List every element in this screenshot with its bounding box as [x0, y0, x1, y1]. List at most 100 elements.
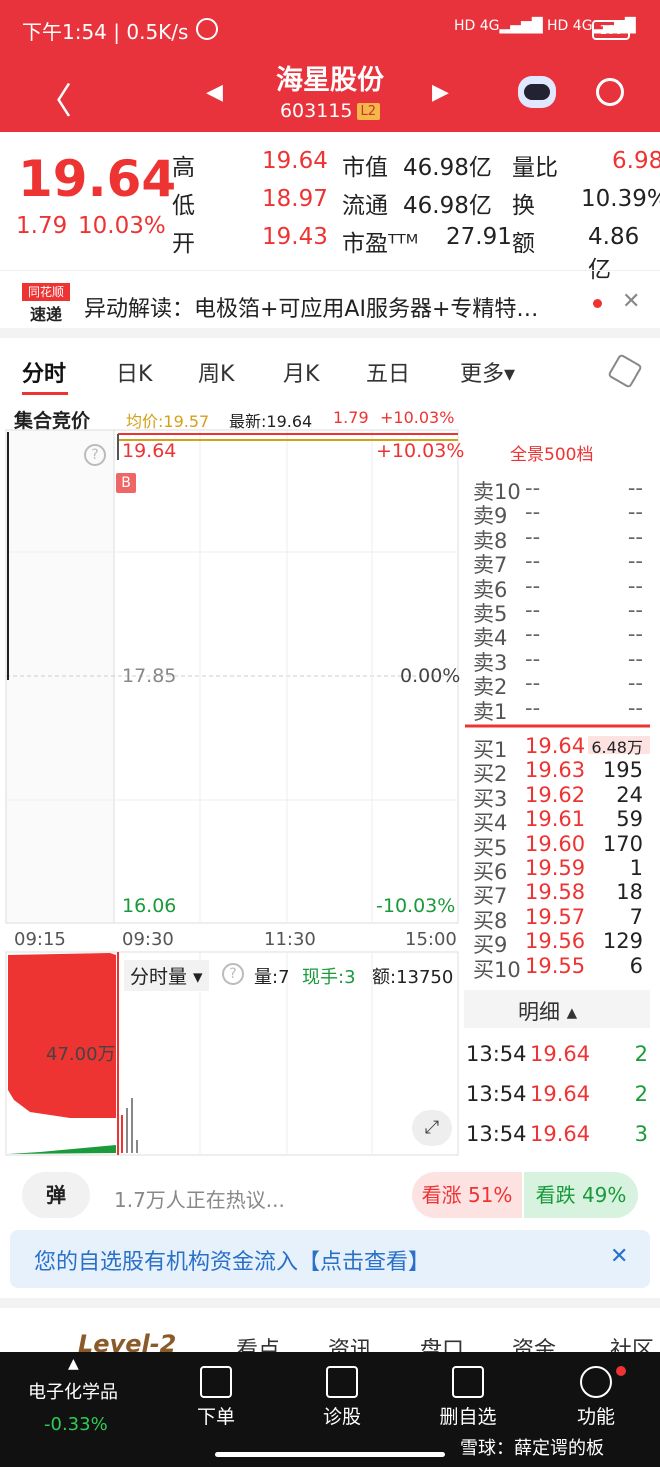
sector-expand-icon[interactable]: ▲	[68, 1356, 79, 1372]
nav-functions-label: 功能	[576, 1406, 615, 1428]
buy-level-row[interactable]: 买9 19.56 129	[473, 929, 653, 957]
buy-level-row[interactable]: 买2 19.63 195	[473, 758, 653, 786]
volume-type-dropdown[interactable]: 分时量 ▾	[124, 960, 209, 991]
buy-level-row[interactable]: 买10 19.55 6	[473, 953, 653, 982]
nav-diagnose-label: 诊股	[322, 1406, 361, 1428]
news-text: 异动解读：电极箔+可应用AI服务器+专精特…	[84, 297, 539, 322]
code-text: 603115	[279, 100, 353, 122]
level-volume: --	[627, 622, 643, 647]
discuss-input[interactable]: 1.7万人正在热议...	[114, 1184, 285, 1213]
level-price: --	[525, 500, 541, 525]
trade-time: 13:54	[466, 1082, 527, 1106]
level-volume: --	[627, 573, 643, 598]
level-volume: 6	[629, 953, 643, 978]
fund-flow-banner[interactable]: 您的自选股有机构资金流入【点击查看】 ✕	[10, 1230, 650, 1288]
buy-marker[interactable]: B	[116, 473, 136, 493]
pe-value: 27.91	[446, 224, 512, 250]
tab-intraday[interactable]: 分时	[22, 356, 66, 388]
vol-bar-1	[121, 1115, 123, 1153]
level-volume: --	[627, 598, 643, 622]
sector-name[interactable]: 电子化学品	[28, 1378, 118, 1404]
fullscreen-icon[interactable]: ⤢	[412, 1110, 452, 1146]
alarm-icon	[196, 18, 218, 40]
level-volume: --	[627, 695, 643, 720]
trade-time: 13:54	[466, 1042, 527, 1066]
buy-level-row[interactable]: 买8 19.57 7	[473, 904, 653, 933]
vol-help-icon[interactable]: ?	[222, 963, 244, 985]
sell-level-row[interactable]: 卖5 -- --	[473, 598, 653, 626]
sell-level-row[interactable]: 卖8 -- --	[473, 524, 653, 553]
open-label: 开	[172, 231, 195, 257]
time-0930: 09:30	[122, 929, 174, 950]
auction-volume-green	[8, 1145, 116, 1154]
level-volume: --	[627, 524, 643, 549]
nav-diagnose[interactable]: 诊股	[302, 1352, 382, 1452]
order-icon	[200, 1366, 232, 1398]
sell-level-row[interactable]: 卖9 -- --	[473, 500, 653, 528]
level-volume: --	[627, 500, 643, 525]
functions-badge-dot	[616, 1366, 626, 1376]
tab-more[interactable]: 更多▾	[460, 356, 515, 388]
sell-level-row[interactable]: 卖7 -- --	[473, 549, 653, 577]
mktcap-value: 46.98亿	[403, 155, 492, 181]
tab-daily-k[interactable]: 日K	[116, 356, 152, 388]
level-price: --	[525, 695, 541, 720]
vol-value: 额:13750	[372, 967, 454, 988]
tab-weekly-k[interactable]: 周K	[198, 356, 234, 388]
nav-remove-watch-label: 删自选	[439, 1406, 497, 1428]
header-bar: 下午1:54 | 0.5K/s HD 4G▂▄▆█ HD 4G▂▄▆█ 100 …	[0, 0, 660, 132]
buy-level-row[interactable]: 买7 19.58 18	[473, 880, 653, 908]
trade-volume: 2	[634, 1082, 648, 1106]
trade-time: 13:54	[466, 1122, 527, 1146]
news-bar[interactable]: 同花顺 速递 异动解读：电极箔+可应用AI服务器+专精特… ✕	[0, 270, 660, 338]
next-stock-icon[interactable]: ▶	[432, 80, 449, 105]
banner-close-icon[interactable]: ✕	[610, 1244, 628, 1269]
detail-header[interactable]: 明细 ▴	[464, 990, 650, 1028]
bearish-button[interactable]: 看跌 49%	[524, 1172, 638, 1218]
bullish-button[interactable]: 看涨 51%	[412, 1172, 522, 1218]
sell-level-row[interactable]: 卖1 -- --	[473, 695, 653, 724]
level-volume: 59	[616, 807, 643, 832]
help-icon[interactable]: ?	[84, 444, 106, 466]
buy-level-row[interactable]: 买4 19.61 59	[473, 807, 653, 835]
tab-monthly-k[interactable]: 月K	[283, 356, 319, 388]
open-value: 19.43	[262, 224, 328, 250]
axis-bot-price: 16.06	[122, 895, 177, 917]
sell-level-row[interactable]: 卖10 -- --	[473, 476, 653, 504]
active-tab-underline	[22, 392, 68, 395]
low-value: 18.97	[262, 186, 328, 212]
sell-level-row[interactable]: 卖4 -- --	[473, 622, 653, 650]
panorama-500-button[interactable]: 全景500档	[510, 440, 593, 465]
buy-level-row[interactable]: 买6 19.59 1	[473, 856, 653, 884]
tab-five-day[interactable]: 五日	[366, 356, 410, 388]
axis-bot-pct: -10.03%	[376, 895, 456, 917]
level-price: --	[525, 476, 541, 500]
high-value: 19.64	[262, 148, 328, 174]
settings-hex-icon[interactable]	[607, 353, 643, 389]
danmaku-toggle[interactable]: 弹	[22, 1172, 90, 1218]
level-volume: 1	[629, 856, 643, 880]
vol-bar-3	[131, 1098, 133, 1153]
axis-top-pct: +10.03%	[376, 440, 465, 462]
sell-level-row[interactable]: 卖6 -- --	[473, 573, 653, 602]
nav-order[interactable]: 下单	[176, 1352, 256, 1452]
trade-volume: 2	[634, 1042, 648, 1066]
level-volume: --	[627, 476, 643, 500]
battery-icon: 100	[592, 20, 630, 40]
sell-level-row[interactable]: 卖3 -- --	[473, 647, 653, 675]
level-price: --	[525, 671, 541, 696]
buy-level-row[interactable]: 买3 19.62 24	[473, 782, 653, 811]
level-volume: 7	[629, 904, 643, 929]
remove-watch-icon	[452, 1366, 484, 1398]
sell-level-row[interactable]: 卖2 -- --	[473, 671, 653, 699]
close-icon[interactable]: ✕	[622, 289, 640, 314]
search-icon[interactable]	[596, 78, 624, 106]
buy-level-row[interactable]: 买5 19.60 170	[473, 832, 653, 860]
level-volume: 24	[616, 782, 643, 807]
robot-assistant-icon[interactable]	[518, 76, 556, 108]
price-change: 1.79	[16, 213, 68, 239]
stock-name: 海星股份	[276, 65, 384, 96]
buy-level-row[interactable]: 买1 19.64 6.48万	[473, 734, 653, 762]
watermark: 雪球：薛定谔的板	[460, 1438, 604, 1459]
vol-amount: 量:7	[254, 967, 290, 988]
